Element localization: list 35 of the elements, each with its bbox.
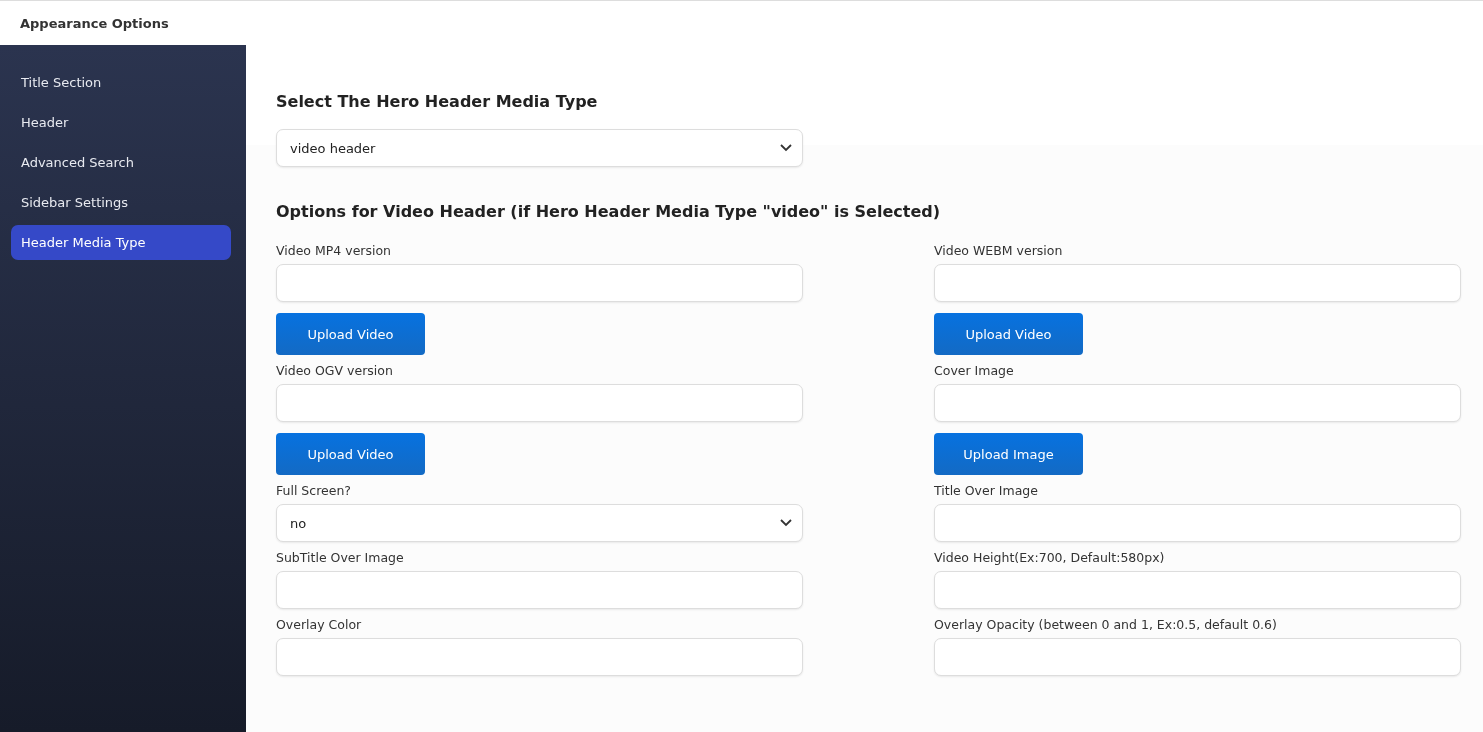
field-label: Overlay Opacity (between 0 and 1, Ex:0.5, default 0.6): [934, 617, 1277, 632]
input-field[interactable]: [934, 264, 1461, 302]
upload-button[interactable]: Upload Video: [934, 313, 1083, 355]
upload-button[interactable]: Upload Video: [276, 313, 425, 355]
upload-button[interactable]: Upload Image: [934, 433, 1083, 475]
input-field[interactable]: [276, 264, 803, 302]
input-field[interactable]: [276, 571, 803, 609]
field-label: SubTitle Over Image: [276, 550, 404, 565]
field-label: Video Height(Ex:700, Default:580px): [934, 550, 1165, 565]
input-field[interactable]: [934, 638, 1461, 676]
input-field[interactable]: [934, 571, 1461, 609]
field-label: Video OGV version: [276, 363, 393, 378]
chevron-down-icon: [780, 144, 792, 152]
sidebar-item[interactable]: Advanced Search: [11, 145, 231, 180]
page-title: Appearance Options: [20, 15, 169, 31]
field-label: Video WEBM version: [934, 243, 1063, 258]
section-heading: Options for Video Header (if Hero Header Media Type "video" is Selected): [276, 202, 942, 221]
field-label: Full Screen?: [276, 483, 351, 498]
sidebar-item[interactable]: Header: [11, 105, 231, 140]
input-field[interactable]: [934, 504, 1461, 542]
upload-button[interactable]: Upload Video: [276, 433, 425, 475]
field-label: Overlay Color: [276, 617, 362, 632]
chevron-down-icon: [780, 519, 792, 527]
field-label: Video MP4 version: [276, 243, 392, 258]
section-heading: Select The Hero Header Media Type: [276, 92, 599, 111]
input-field[interactable]: [276, 638, 803, 676]
media-type-select[interactable]: video header: [276, 129, 803, 167]
select-field[interactable]: no: [276, 504, 803, 542]
field-label: Cover Image: [934, 363, 1014, 378]
field-label: Title Over Image: [934, 483, 1038, 498]
input-field[interactable]: [276, 384, 803, 422]
sidebar-item[interactable]: Title Section: [11, 65, 231, 100]
input-field[interactable]: [934, 384, 1461, 422]
sidebar-item[interactable]: Header Media Type: [11, 225, 231, 260]
sidebar-item[interactable]: Sidebar Settings: [11, 185, 231, 220]
